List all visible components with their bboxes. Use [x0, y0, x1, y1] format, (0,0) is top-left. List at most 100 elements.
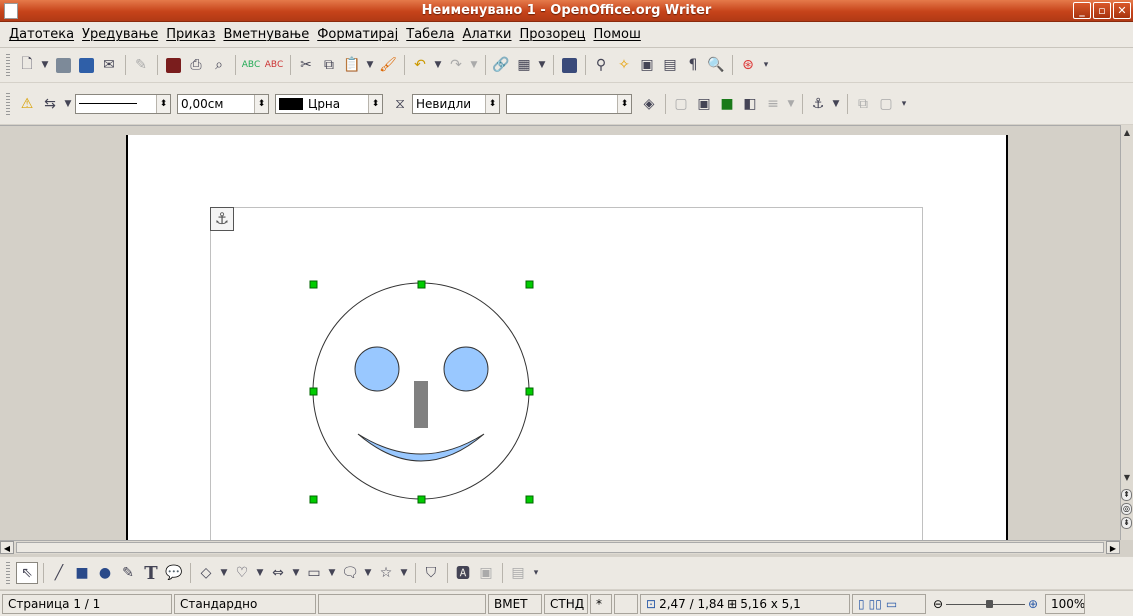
print-preview-icon[interactable]: ⌕ — [208, 54, 230, 76]
line-style-combo[interactable]: ⬍ — [75, 93, 171, 114]
paste-dropdown-icon[interactable]: ▼ — [364, 54, 376, 76]
area-style-combo[interactable]: Невидли ⬍ — [412, 93, 500, 114]
maximize-button[interactable]: ▫ — [1093, 2, 1111, 19]
status-signature[interactable] — [614, 593, 638, 614]
zoom-out-icon[interactable]: ⊖ — [933, 597, 943, 611]
nose[interactable] — [414, 381, 428, 428]
callout-tool-icon[interactable]: 💬 — [163, 562, 185, 584]
toolbar-overflow-icon[interactable]: ▾ — [760, 54, 772, 76]
area-icon[interactable]: ⧖ — [389, 93, 411, 115]
area-fill-combo[interactable]: ⬍ — [506, 93, 632, 114]
clone-formatting-icon[interactable]: 🖌 — [377, 54, 399, 76]
new-dropdown-icon[interactable]: ▼ — [39, 54, 51, 76]
cut-icon[interactable]: ✂ — [295, 54, 317, 76]
anchor-dropdown-icon[interactable]: ▼ — [830, 93, 842, 115]
menu-table[interactable]: Табела — [402, 27, 458, 42]
scroll-down-icon[interactable]: ▼ — [1121, 470, 1133, 485]
zoom-slider-knob[interactable] — [986, 599, 994, 608]
scroll-left-icon[interactable]: ◀ — [0, 541, 14, 554]
points-icon[interactable]: ⛉ — [420, 562, 442, 584]
horizontal-scrollbar[interactable]: ◀ ▶ — [0, 540, 1120, 554]
toolbar-grip[interactable] — [6, 54, 10, 76]
status-page[interactable]: Страница 1 / 1 — [2, 593, 172, 614]
new-document-icon[interactable]: 🗋 — [16, 54, 38, 76]
line-color-combo[interactable]: Црна ⬍ — [275, 93, 383, 114]
handle-bottom[interactable] — [417, 495, 426, 504]
redo-dropdown-icon[interactable]: ▼ — [468, 54, 480, 76]
navigation-icon[interactable]: ◎ — [1121, 503, 1132, 515]
status-selection-mode[interactable]: СТНД — [544, 593, 588, 614]
freeform-tool-icon[interactable]: ✎ — [117, 562, 139, 584]
table-icon[interactable]: ▦ — [513, 54, 535, 76]
vertical-scrollbar[interactable]: ▲ ▼ ⇞ ◎ ⇟ — [1120, 125, 1133, 540]
handle-top[interactable] — [417, 280, 426, 289]
basic-shapes-dropdown-icon[interactable]: ▼ — [218, 562, 230, 584]
email-icon[interactable]: ✉ — [98, 54, 120, 76]
toolbar-grip[interactable] — [6, 562, 10, 584]
line-style-dropdown[interactable]: ⬍ — [156, 94, 170, 113]
export-pdf-icon[interactable] — [162, 54, 184, 76]
line-tool-icon[interactable]: ╱ — [48, 562, 70, 584]
anchor-icon[interactable]: ⚓ — [807, 93, 829, 115]
menu-help[interactable]: Помош — [589, 27, 644, 42]
alignment-icon[interactable]: ≡ — [762, 93, 784, 115]
right-eye[interactable] — [443, 346, 489, 392]
next-page-icon[interactable]: ⇟ — [1121, 517, 1132, 529]
send-to-back-icon[interactable]: ◧ — [739, 93, 761, 115]
handle-left[interactable] — [309, 387, 318, 396]
line-width-spinbox[interactable]: 0,00см ⬍ — [177, 93, 269, 114]
undo-dropdown-icon[interactable]: ▼ — [432, 54, 444, 76]
gallery-icon[interactable]: ▣ — [636, 54, 658, 76]
navigator-icon[interactable]: ✧ — [613, 54, 635, 76]
handle-top-left[interactable] — [309, 280, 318, 289]
text-tool-icon[interactable]: T — [140, 562, 162, 584]
hyperlink-icon[interactable]: 🔗 — [490, 54, 512, 76]
smiley-drawing[interactable] — [300, 275, 540, 505]
line-style-icon[interactable]: ⚠ — [16, 93, 38, 115]
symbol-shapes-icon[interactable]: ♡ — [231, 562, 253, 584]
handle-bottom-right[interactable] — [525, 495, 534, 504]
toolbar-grip[interactable] — [6, 92, 10, 115]
print-icon[interactable]: ⎙ — [185, 54, 207, 76]
left-eye[interactable] — [354, 346, 400, 392]
table-dropdown-icon[interactable]: ▼ — [536, 54, 548, 76]
horizontal-scroll-thumb[interactable] — [16, 542, 1104, 553]
close-button[interactable]: ✕ — [1113, 2, 1131, 19]
menu-insert[interactable]: Вметнување — [219, 27, 313, 42]
handle-right[interactable] — [525, 387, 534, 396]
block-arrows-icon[interactable]: ⇔ — [267, 562, 289, 584]
symbol-shapes-dropdown-icon[interactable]: ▼ — [254, 562, 266, 584]
find-replace-icon[interactable]: ⚲ — [590, 54, 612, 76]
line-color-dropdown[interactable]: ⬍ — [368, 94, 382, 113]
nonprinting-characters-icon[interactable]: ¶ — [682, 54, 704, 76]
stars-dropdown-icon[interactable]: ▼ — [398, 562, 410, 584]
wrap-page-icon[interactable]: ▣ — [693, 93, 715, 115]
menu-format[interactable]: Форматирај — [313, 27, 402, 42]
basic-shapes-icon[interactable]: ◇ — [195, 562, 217, 584]
previous-page-icon[interactable]: ⇞ — [1121, 489, 1132, 501]
zoom-slider[interactable] — [946, 594, 1025, 614]
toolbar-overflow-icon[interactable]: ▾ — [530, 562, 542, 584]
edit-file-icon[interactable]: ✎ — [130, 54, 152, 76]
redo-icon[interactable]: ↷ — [445, 54, 467, 76]
status-language[interactable] — [318, 593, 486, 614]
wrap-off-icon[interactable]: ▢ — [670, 93, 692, 115]
spellcheck-icon[interactable]: ABC — [240, 54, 262, 76]
bring-to-front-icon[interactable]: ■ — [716, 93, 738, 115]
arrow-style-dropdown-icon[interactable]: ▼ — [62, 93, 74, 115]
flowchart-icon[interactable]: ▭ — [303, 562, 325, 584]
handle-bottom-left[interactable] — [309, 495, 318, 504]
line-width-spin[interactable]: ⬍ — [254, 94, 268, 113]
rectangle-tool-icon[interactable]: ■ — [71, 562, 93, 584]
alignment-dropdown-icon[interactable]: ▼ — [785, 93, 797, 115]
fontwork-gallery-icon[interactable]: 🅰 — [452, 562, 474, 584]
status-modified[interactable]: * — [590, 593, 612, 614]
arrow-style-icon[interactable]: ⇆ — [39, 93, 61, 115]
group-icon[interactable]: ⧉ — [852, 93, 874, 115]
single-page-view-icon[interactable]: ▯ — [858, 597, 865, 611]
extrusion-icon[interactable]: ▤ — [507, 562, 529, 584]
status-style[interactable]: Стандардно — [174, 593, 316, 614]
minimize-button[interactable]: _ — [1073, 2, 1091, 19]
copy-icon[interactable]: ⧉ — [318, 54, 340, 76]
rotate-icon[interactable]: ◈ — [638, 93, 660, 115]
